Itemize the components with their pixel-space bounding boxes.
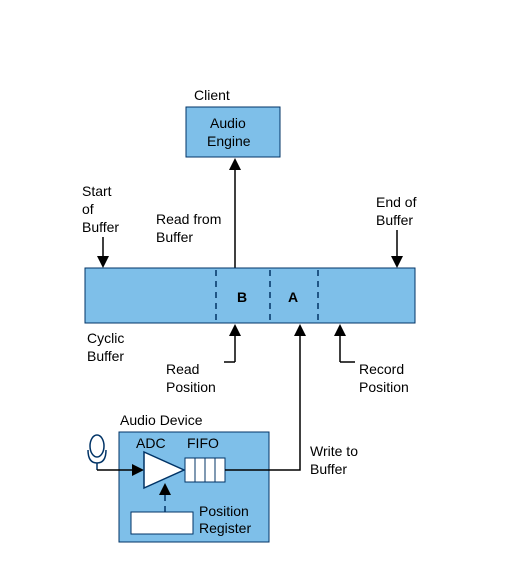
end-arrow-head xyxy=(391,256,403,268)
record-pos-l2: Position xyxy=(359,379,409,395)
cyclic-buffer-box xyxy=(85,268,415,323)
write-to-buffer-l2: Buffer xyxy=(310,461,347,477)
position-register-l2: Register xyxy=(199,520,251,536)
cyclic-buffer-l1: Cyclic xyxy=(87,330,124,346)
record-pos-l1: Record xyxy=(359,361,404,377)
cyclic-buffer-l2: Buffer xyxy=(87,348,124,364)
start-of-buffer-l3: Buffer xyxy=(82,219,119,235)
start-of-buffer-l1: Start xyxy=(82,183,112,199)
record-pos-head xyxy=(334,324,346,336)
read-pos-l1: Read xyxy=(166,361,199,377)
audio-engine-text2: Engine xyxy=(207,133,251,149)
region-a-label: A xyxy=(288,289,298,305)
region-b-label: B xyxy=(237,289,247,305)
position-register-box xyxy=(131,512,193,534)
read-arrow-head xyxy=(229,158,241,170)
read-from-buffer-l2: Buffer xyxy=(156,229,193,245)
start-arrow-head xyxy=(97,256,109,268)
read-from-buffer-l1: Read from xyxy=(156,211,221,227)
audio-device-label: Audio Device xyxy=(120,412,203,428)
fifo-label: FIFO xyxy=(187,435,219,451)
read-pos-head xyxy=(229,324,241,336)
write-head xyxy=(294,324,306,336)
read-pos-l2: Position xyxy=(166,379,216,395)
write-to-buffer-l1: Write to xyxy=(310,443,358,459)
microphone-icon xyxy=(88,435,106,470)
client-label: Client xyxy=(194,87,230,103)
start-of-buffer-l2: of xyxy=(82,201,94,217)
end-of-buffer-l1: End of xyxy=(376,194,417,210)
adc-label: ADC xyxy=(136,435,166,451)
end-of-buffer-l2: Buffer xyxy=(376,212,413,228)
position-register-l1: Position xyxy=(199,503,249,519)
audio-engine-text1: Audio xyxy=(210,115,246,131)
